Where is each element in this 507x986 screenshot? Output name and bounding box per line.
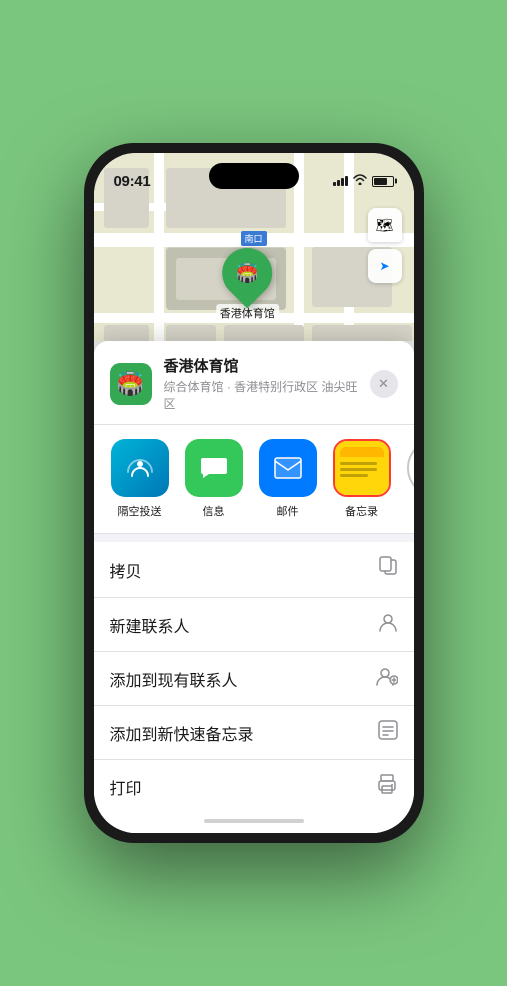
home-indicator — [94, 813, 414, 833]
pin-marker: 🏟️ — [212, 238, 283, 309]
venue-subtitle: 综合体育馆 · 香港特别行政区 油尖旺区 — [164, 378, 358, 412]
quick-note-icon — [378, 720, 398, 745]
print-icon — [376, 774, 398, 799]
action-quick-note[interactable]: 添加到新快速备忘录 — [94, 706, 414, 760]
pin-inner-icon: 🏟️ — [229, 255, 265, 291]
share-mail[interactable]: 邮件 — [258, 439, 318, 519]
venue-emoji: 🏟️ — [117, 371, 144, 397]
action-list: 拷贝 新建联系人 — [94, 542, 414, 813]
battery-icon — [372, 176, 394, 187]
mail-icon — [259, 439, 317, 497]
phone-screen: 09:41 — [94, 153, 414, 833]
share-airdrop[interactable]: 隔空投送 — [110, 439, 170, 519]
notes-icon — [333, 439, 391, 497]
signal-bars-icon — [333, 176, 348, 186]
map-type-button[interactable]: 🗺 — [368, 208, 402, 242]
copy-icon — [378, 556, 398, 583]
wifi-icon — [353, 174, 367, 188]
close-button[interactable]: ✕ — [370, 370, 398, 398]
share-messages[interactable]: 信息 — [184, 439, 244, 519]
close-icon: ✕ — [378, 376, 389, 392]
status-time: 09:41 — [114, 173, 151, 190]
venue-name: 香港体育馆 — [164, 355, 358, 376]
action-new-contact[interactable]: 新建联系人 — [94, 598, 414, 652]
new-contact-icon — [378, 612, 398, 637]
sheet-header: 🏟️ 香港体育馆 综合体育馆 · 香港特别行政区 油尖旺区 ✕ — [94, 341, 414, 425]
share-notes[interactable]: 备忘录 — [332, 439, 392, 519]
map-type-icon: 🗺 — [376, 217, 394, 234]
action-print-label: 打印 — [110, 775, 142, 799]
action-copy[interactable]: 拷贝 — [94, 542, 414, 598]
map-controls: 🗺 ➤ — [368, 208, 402, 283]
action-add-existing[interactable]: 添加到现有联系人 — [94, 652, 414, 706]
share-row: 隔空投送 信息 — [94, 425, 414, 534]
venue-icon: 🏟️ — [110, 363, 152, 405]
location-pin: 🏟️ 香港体育馆 — [216, 248, 279, 322]
location-icon: ➤ — [379, 259, 389, 273]
phone-frame: 09:41 — [84, 143, 424, 843]
more-icon — [407, 439, 414, 497]
action-copy-label: 拷贝 — [110, 558, 142, 582]
mail-label: 邮件 — [277, 503, 299, 519]
bottom-sheet: 🏟️ 香港体育馆 综合体育馆 · 香港特别行政区 油尖旺区 ✕ — [94, 341, 414, 833]
messages-icon — [185, 439, 243, 497]
action-new-contact-label: 新建联系人 — [110, 613, 190, 637]
messages-label: 信息 — [203, 503, 225, 519]
map-sign-label: 南口 — [240, 231, 266, 246]
share-more[interactable]: 更多 — [406, 439, 414, 519]
action-quick-note-label: 添加到新快速备忘录 — [110, 721, 254, 745]
add-contact-icon — [376, 666, 398, 691]
action-add-existing-label: 添加到现有联系人 — [110, 667, 238, 691]
action-print[interactable]: 打印 — [94, 760, 414, 813]
airdrop-icon — [111, 439, 169, 497]
home-bar — [204, 819, 304, 823]
airdrop-label: 隔空投送 — [118, 503, 162, 519]
notes-label: 备忘录 — [345, 503, 378, 519]
location-button[interactable]: ➤ — [368, 249, 402, 283]
status-icons — [333, 174, 394, 188]
venue-info: 香港体育馆 综合体育馆 · 香港特别行政区 油尖旺区 — [164, 355, 358, 412]
dynamic-island — [209, 163, 299, 189]
